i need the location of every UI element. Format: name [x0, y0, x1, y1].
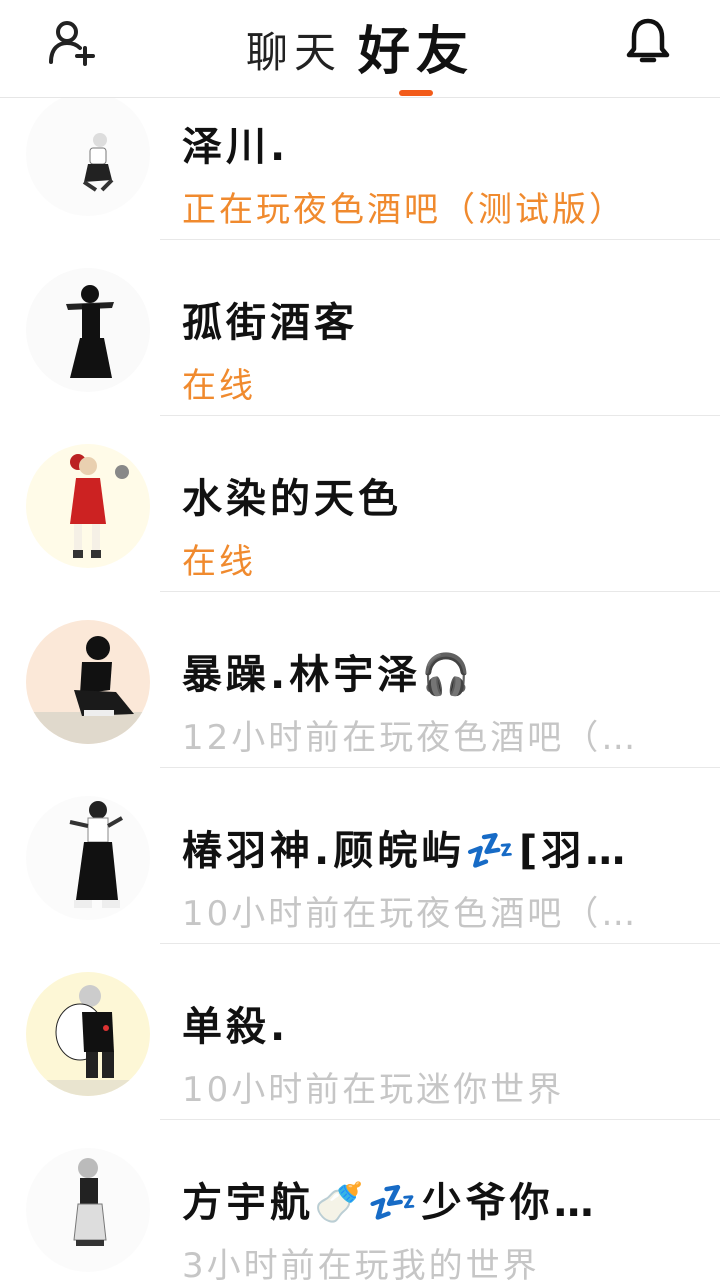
- friend-row[interactable]: 暴躁.林宇泽🎧 12小时前在玩夜色酒吧（…: [0, 592, 720, 768]
- friend-row[interactable]: 孤街酒客 在线: [0, 240, 720, 416]
- friend-status: 3小时前在玩我的世界: [182, 1246, 540, 1282]
- friend-row[interactable]: 方宇航🍼💤少爷你… 3小时前在玩我的世界: [0, 1120, 720, 1282]
- avatar[interactable]: [26, 1148, 150, 1272]
- tab-bar: 聊天 好友: [0, 10, 720, 80]
- avatar[interactable]: [26, 268, 150, 392]
- avatar[interactable]: [26, 92, 150, 216]
- bell-icon: [626, 18, 670, 63]
- friend-name: 暴躁.林宇泽🎧: [182, 652, 475, 698]
- friend-status: 在线: [182, 542, 256, 582]
- avatar[interactable]: [26, 444, 150, 568]
- friend-name: 方宇航🍼💤少爷你…: [182, 1180, 598, 1226]
- friend-name: 水染的天色: [182, 476, 402, 522]
- friend-name: 孤街酒客: [182, 300, 358, 346]
- avatar[interactable]: [26, 972, 150, 1096]
- friend-status: 12小时前在玩夜色酒吧（…: [182, 718, 639, 758]
- friend-status: 10小时前在玩夜色酒吧（…: [182, 894, 639, 934]
- friend-status: 在线: [182, 366, 256, 406]
- tab-friends[interactable]: 好友: [358, 26, 474, 80]
- friend-status: 10小时前在玩迷你世界: [182, 1070, 565, 1110]
- top-bar: 聊天 好友: [0, 0, 720, 98]
- friend-list[interactable]: 泽川. 正在玩夜色酒吧（测试版） 孤街酒客 在线 水染的天色 在线 暴躁.林宇泽…: [0, 64, 720, 1282]
- friend-row[interactable]: 水染的天色 在线: [0, 416, 720, 592]
- friend-name: 泽川.: [182, 124, 290, 170]
- avatar[interactable]: [26, 620, 150, 744]
- friend-row[interactable]: 单殺. 10小时前在玩迷你世界: [0, 944, 720, 1120]
- friend-name: 椿羽神.顾皖屿💤[羽…: [182, 828, 630, 874]
- friend-name: 单殺.: [182, 1004, 290, 1050]
- avatar[interactable]: [26, 796, 150, 920]
- friend-row[interactable]: 椿羽神.顾皖屿💤[羽… 10小时前在玩夜色酒吧（…: [0, 768, 720, 944]
- friend-status: 正在玩夜色酒吧（测试版）: [182, 190, 626, 230]
- tab-chat[interactable]: 聊天: [246, 32, 342, 80]
- notification-button[interactable]: [620, 14, 676, 70]
- active-tab-indicator: [399, 90, 433, 96]
- friends-screen: 泽川. 正在玩夜色酒吧（测试版） 孤街酒客 在线 水染的天色 在线 暴躁.林宇泽…: [0, 0, 720, 1282]
